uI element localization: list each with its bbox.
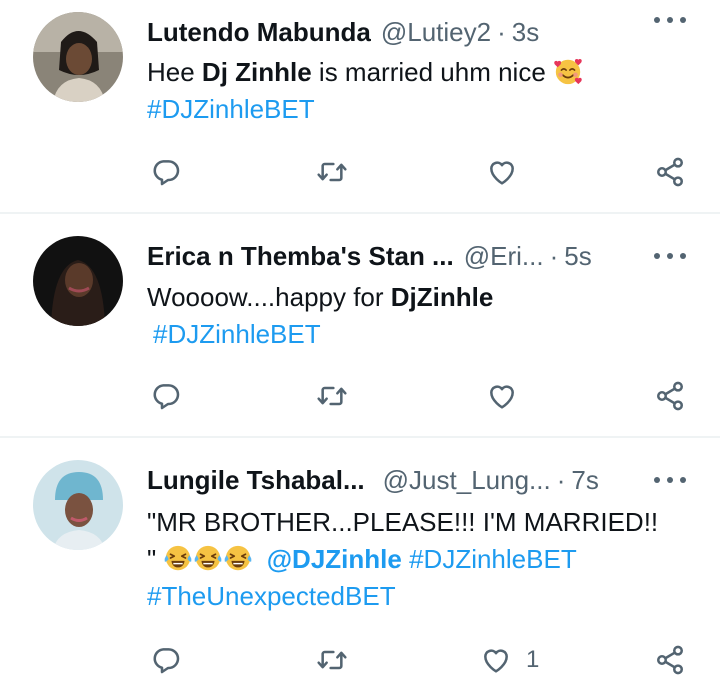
avatar[interactable] (33, 12, 123, 102)
share-button[interactable] (654, 152, 686, 192)
share-icon (654, 156, 686, 188)
text-segment: "MR BROTHER...PLEASE!!! I'M MARRIED!! (147, 507, 659, 537)
like-icon (486, 380, 518, 412)
avatar[interactable] (33, 460, 123, 550)
hashtag-link[interactable]: #DJZinhleBET (153, 319, 321, 349)
author-handle[interactable]: @Just_Lung... (383, 465, 551, 496)
tweet-text: Hee Dj Zinhle is married uhm nice #DJZin… (147, 54, 687, 128)
separator-dot: · (556, 464, 566, 495)
tweet-2[interactable]: Erica n Themba's Stan ... @Eri... · 5s W… (0, 214, 720, 436)
author-handle[interactable]: @Lutiey2 (381, 17, 491, 48)
text-segment: " (147, 544, 164, 574)
tweet-1[interactable]: Lutendo Mabunda @Lutiey2 · 3s Hee Dj Zin… (0, 0, 720, 212)
avatar-image (33, 460, 123, 550)
mention-link[interactable]: @DJZinhle (267, 544, 402, 574)
retweet-icon (316, 156, 348, 188)
like-count: 1 (526, 646, 540, 673)
like-button[interactable] (486, 376, 532, 416)
hashtag-link[interactable]: #TheUnexpectedBET (147, 581, 396, 611)
tweet-text: "MR BROTHER...PLEASE!!! I'M MARRIED!! " … (147, 504, 707, 615)
tweet-text: Woooow....happy for DjZinhle #DJZinhleBE… (147, 279, 687, 353)
bold-text: Dj Zinhle (201, 57, 312, 87)
like-icon (480, 644, 512, 676)
separator-dot: · (549, 240, 559, 271)
tweet-3[interactable]: Lungile Tshabal... @Just_Lung... · 7s "M… (0, 438, 720, 671)
bold-text: DjZinhle (390, 282, 494, 312)
like-button[interactable] (486, 152, 532, 192)
share-icon (654, 380, 686, 412)
more-icon[interactable] (654, 246, 686, 266)
separator-dot: · (497, 16, 506, 47)
retweet-button[interactable] (316, 640, 348, 680)
reply-icon (150, 156, 182, 188)
share-button[interactable] (654, 640, 686, 680)
face-with-tears-of-joy-icon (163, 543, 193, 573)
timestamp[interactable]: 3s (512, 17, 539, 48)
text-segment: Woooow....happy for (147, 282, 391, 312)
avatar[interactable] (33, 236, 123, 326)
hashtag-link[interactable]: #DJZinhleBET (409, 544, 577, 574)
reply-icon (150, 380, 182, 412)
avatar-image (33, 236, 123, 326)
retweet-icon (316, 644, 348, 676)
like-button[interactable]: 1 (480, 640, 539, 680)
author-name[interactable]: Erica n Themba's Stan ... (147, 241, 454, 272)
author-name[interactable]: Lungile Tshabal... (147, 465, 365, 496)
hashtag-link[interactable]: #DJZinhleBET (147, 94, 315, 124)
text-segment: Hee (147, 57, 202, 87)
timestamp[interactable]: 5s (564, 241, 591, 272)
more-icon[interactable] (654, 10, 686, 30)
retweet-button[interactable] (316, 376, 348, 416)
avatar-image (33, 12, 123, 102)
reply-icon (150, 644, 182, 676)
timestamp[interactable]: 7s (571, 465, 598, 496)
reply-button[interactable] (150, 640, 182, 680)
retweet-icon (316, 380, 348, 412)
reply-button[interactable] (150, 376, 182, 416)
smiling-face-with-hearts-icon (553, 56, 583, 86)
like-icon (486, 156, 518, 188)
share-icon (654, 644, 686, 676)
more-icon[interactable] (654, 470, 686, 490)
share-button[interactable] (654, 376, 686, 416)
text-segment: is married uhm nice (311, 57, 554, 87)
reply-button[interactable] (150, 152, 182, 192)
face-with-tears-of-joy-icon (223, 543, 253, 573)
face-with-tears-of-joy-icon (193, 543, 223, 573)
retweet-button[interactable] (316, 152, 348, 192)
author-name[interactable]: Lutendo Mabunda (147, 17, 371, 48)
author-handle[interactable]: @Eri... (464, 241, 544, 272)
